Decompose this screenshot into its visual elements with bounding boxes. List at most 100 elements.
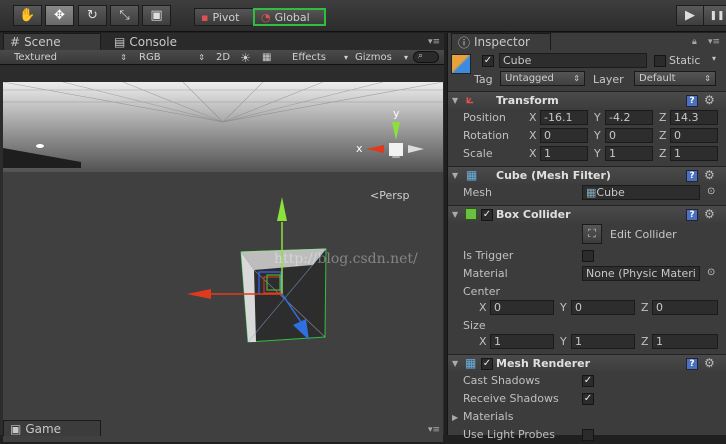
size-x-field[interactable]: 1 xyxy=(490,334,554,349)
layer-dropdown[interactable]: Default ⇕ xyxy=(634,71,716,86)
mesh-filter-header[interactable]: ▼ ▦ Cube (Mesh Filter) ? ⚙ xyxy=(448,166,726,184)
global-button[interactable]: ◔ Global xyxy=(253,8,326,26)
rotation-y-field[interactable]: 0 xyxy=(605,128,653,143)
tab-console[interactable]: ▤ Console xyxy=(108,33,183,50)
mesh-renderer-enabled-checkbox[interactable]: ✓ xyxy=(481,358,493,370)
rotate-tool-button[interactable]: ↻ xyxy=(78,5,107,26)
light-probes-row: Use Light Probes xyxy=(448,426,726,444)
help-icon[interactable]: ? xyxy=(686,209,698,221)
scene-toolbar: Textured ⇕ RGB ⇕ 2D ☀ ▦ Effects ▾ Gizmos ▾ ⌕ xyxy=(0,50,444,65)
scale-tool-button[interactable]: ⤡ xyxy=(110,5,139,26)
help-icon[interactable]: ? xyxy=(686,170,698,182)
foldout-arrow-icon[interactable]: ▼ xyxy=(452,359,458,368)
static-checkbox[interactable] xyxy=(654,55,666,67)
panel-menu-icon[interactable]: ▾≡ xyxy=(428,37,440,47)
foldout-arrow-icon[interactable]: ▼ xyxy=(452,210,458,219)
help-icon[interactable]: ? xyxy=(686,358,698,370)
object-name-field[interactable]: Cube xyxy=(499,53,647,68)
info-icon: ⓘ xyxy=(458,35,471,50)
pivot-label: Pivot xyxy=(212,10,240,24)
foldout-arrow-icon[interactable]: ▼ xyxy=(452,171,458,180)
persp-label[interactable]: <Persp xyxy=(370,189,409,202)
transform-icon: ⟀ xyxy=(466,92,474,107)
object-picker-icon[interactable]: ⊙ xyxy=(707,186,715,197)
box-collider-header[interactable]: ▼ ✓ Box Collider ? ⚙ xyxy=(448,205,726,223)
cast-shadows-checkbox[interactable]: ✓ xyxy=(582,375,594,387)
foldout-arrow-icon[interactable]: ▼ xyxy=(452,96,458,105)
box-collider-enabled-checkbox[interactable]: ✓ xyxy=(481,209,493,221)
scene-panel: # Scene ▤ Console ▾≡ Textured ⇕ RGB ⇕ 2D ☀… xyxy=(0,33,444,442)
object-picker-icon[interactable]: ⊙ xyxy=(707,267,715,278)
position-y-field[interactable]: -4.2 xyxy=(605,110,653,125)
mesh-row: Mesh ▦Cube ⊙ xyxy=(463,185,716,200)
play-button[interactable]: ▶ xyxy=(676,5,704,26)
scale-x-field[interactable]: 1 xyxy=(540,146,588,161)
scale-z-field[interactable]: 1 xyxy=(670,146,718,161)
active-checkbox[interactable]: ✓ xyxy=(482,55,494,67)
render-mode-dropdown[interactable]: RGB ⇕ xyxy=(139,51,205,64)
mesh-renderer-header[interactable]: ▼ ▦ ✓ Mesh Renderer ? ⚙ xyxy=(448,354,726,372)
tag-label: Tag xyxy=(474,73,493,86)
scene-search-input[interactable]: ⌕ xyxy=(413,51,439,63)
tab-inspector[interactable]: ⓘ Inspector xyxy=(451,33,551,50)
light-probes-checkbox[interactable] xyxy=(582,429,594,441)
layer-label: Layer xyxy=(593,73,624,86)
tab-game[interactable]: ▣ Game xyxy=(3,420,101,436)
receive-shadows-checkbox[interactable]: ✓ xyxy=(582,393,594,405)
tab-scene[interactable]: # Scene xyxy=(3,33,101,50)
gear-icon[interactable]: ⚙ xyxy=(704,356,715,370)
gizmo-x-label: x xyxy=(356,142,363,155)
mesh-icon: ▦ xyxy=(586,186,597,199)
hand-tool-button[interactable]: ✋ xyxy=(13,5,42,26)
physic-material-field[interactable]: None (Physic Materi xyxy=(582,266,700,281)
panel-menu-icon[interactable]: ▾≡ xyxy=(428,425,440,435)
shading-mode-dropdown[interactable]: Textured ⇕ xyxy=(14,51,127,64)
gear-icon[interactable]: ⚙ xyxy=(704,93,715,107)
mesh-field[interactable]: ▦Cube xyxy=(582,185,700,200)
center-x-field[interactable]: 0 xyxy=(490,300,554,315)
size-row: X 1 Y 1 Z 1 xyxy=(448,333,726,351)
transform-header[interactable]: ▼ ⟀ Transform ? ⚙ xyxy=(448,91,726,109)
edit-collider-button[interactable]: ⛶ xyxy=(582,224,602,244)
scale-icon: ⤡ xyxy=(119,8,130,23)
static-label: Static xyxy=(669,54,701,67)
physic-material-row: Material None (Physic Materi ⊙ xyxy=(463,266,716,281)
rotation-z-field[interactable]: 0 xyxy=(670,128,718,143)
position-z-field[interactable]: 14.3 xyxy=(670,110,718,125)
gizmos-dropdown[interactable]: Gizmos ▾ xyxy=(355,51,408,64)
2d-toggle[interactable]: 2D xyxy=(216,51,230,64)
transform-title: Transform xyxy=(496,94,559,107)
help-icon[interactable]: ? xyxy=(686,95,698,107)
gear-icon[interactable]: ⚙ xyxy=(704,168,715,182)
move-tool-button[interactable]: ✥ xyxy=(45,5,74,26)
tag-dropdown[interactable]: Untagged ⇕ xyxy=(500,71,585,86)
dropdown-arrow-icon: ▾ xyxy=(403,53,408,62)
center-z-field[interactable]: 0 xyxy=(652,300,718,315)
scene-viewport[interactable]: y x <Persp http://blog.csdn.net/ xyxy=(3,82,443,442)
is-trigger-checkbox[interactable] xyxy=(582,250,594,262)
edit-collider-row: ⛶ Edit Collider xyxy=(448,223,726,245)
rect-tool-button[interactable]: ▣ xyxy=(142,5,171,26)
position-x-field[interactable]: -16.1 xyxy=(540,110,588,125)
pivot-button[interactable]: ▪ Pivot xyxy=(194,8,254,26)
dropdown-arrow-icon: ⇕ xyxy=(704,74,711,83)
static-dropdown-arrow-icon[interactable]: ▾ xyxy=(712,54,716,63)
size-y-field[interactable]: 1 xyxy=(571,334,635,349)
audio-toggle[interactable]: ▦ xyxy=(262,51,271,64)
global-label: Global xyxy=(274,10,310,24)
rotation-x-field[interactable]: 0 xyxy=(540,128,588,143)
foldout-arrow-icon[interactable]: ▶ xyxy=(452,413,458,422)
ground-plane xyxy=(3,172,443,442)
lock-icon[interactable]: 🔒︎ xyxy=(692,37,697,47)
gear-icon[interactable]: ⚙ xyxy=(704,207,715,221)
persp-arrow-icon: < xyxy=(370,189,379,202)
scale-y-field[interactable]: 1 xyxy=(605,146,653,161)
lighting-toggle[interactable]: ☀ xyxy=(240,51,251,65)
materials-row[interactable]: ▶ Materials xyxy=(448,408,726,426)
center-y-field[interactable]: 0 xyxy=(571,300,635,315)
pause-button[interactable]: ❚❚ xyxy=(703,5,726,26)
mesh-filter-title: Cube (Mesh Filter) xyxy=(496,169,611,182)
effects-dropdown[interactable]: Effects ▾ xyxy=(292,51,348,64)
panel-menu-icon[interactable]: ▾≡ xyxy=(708,37,720,47)
size-z-field[interactable]: 1 xyxy=(652,334,718,349)
